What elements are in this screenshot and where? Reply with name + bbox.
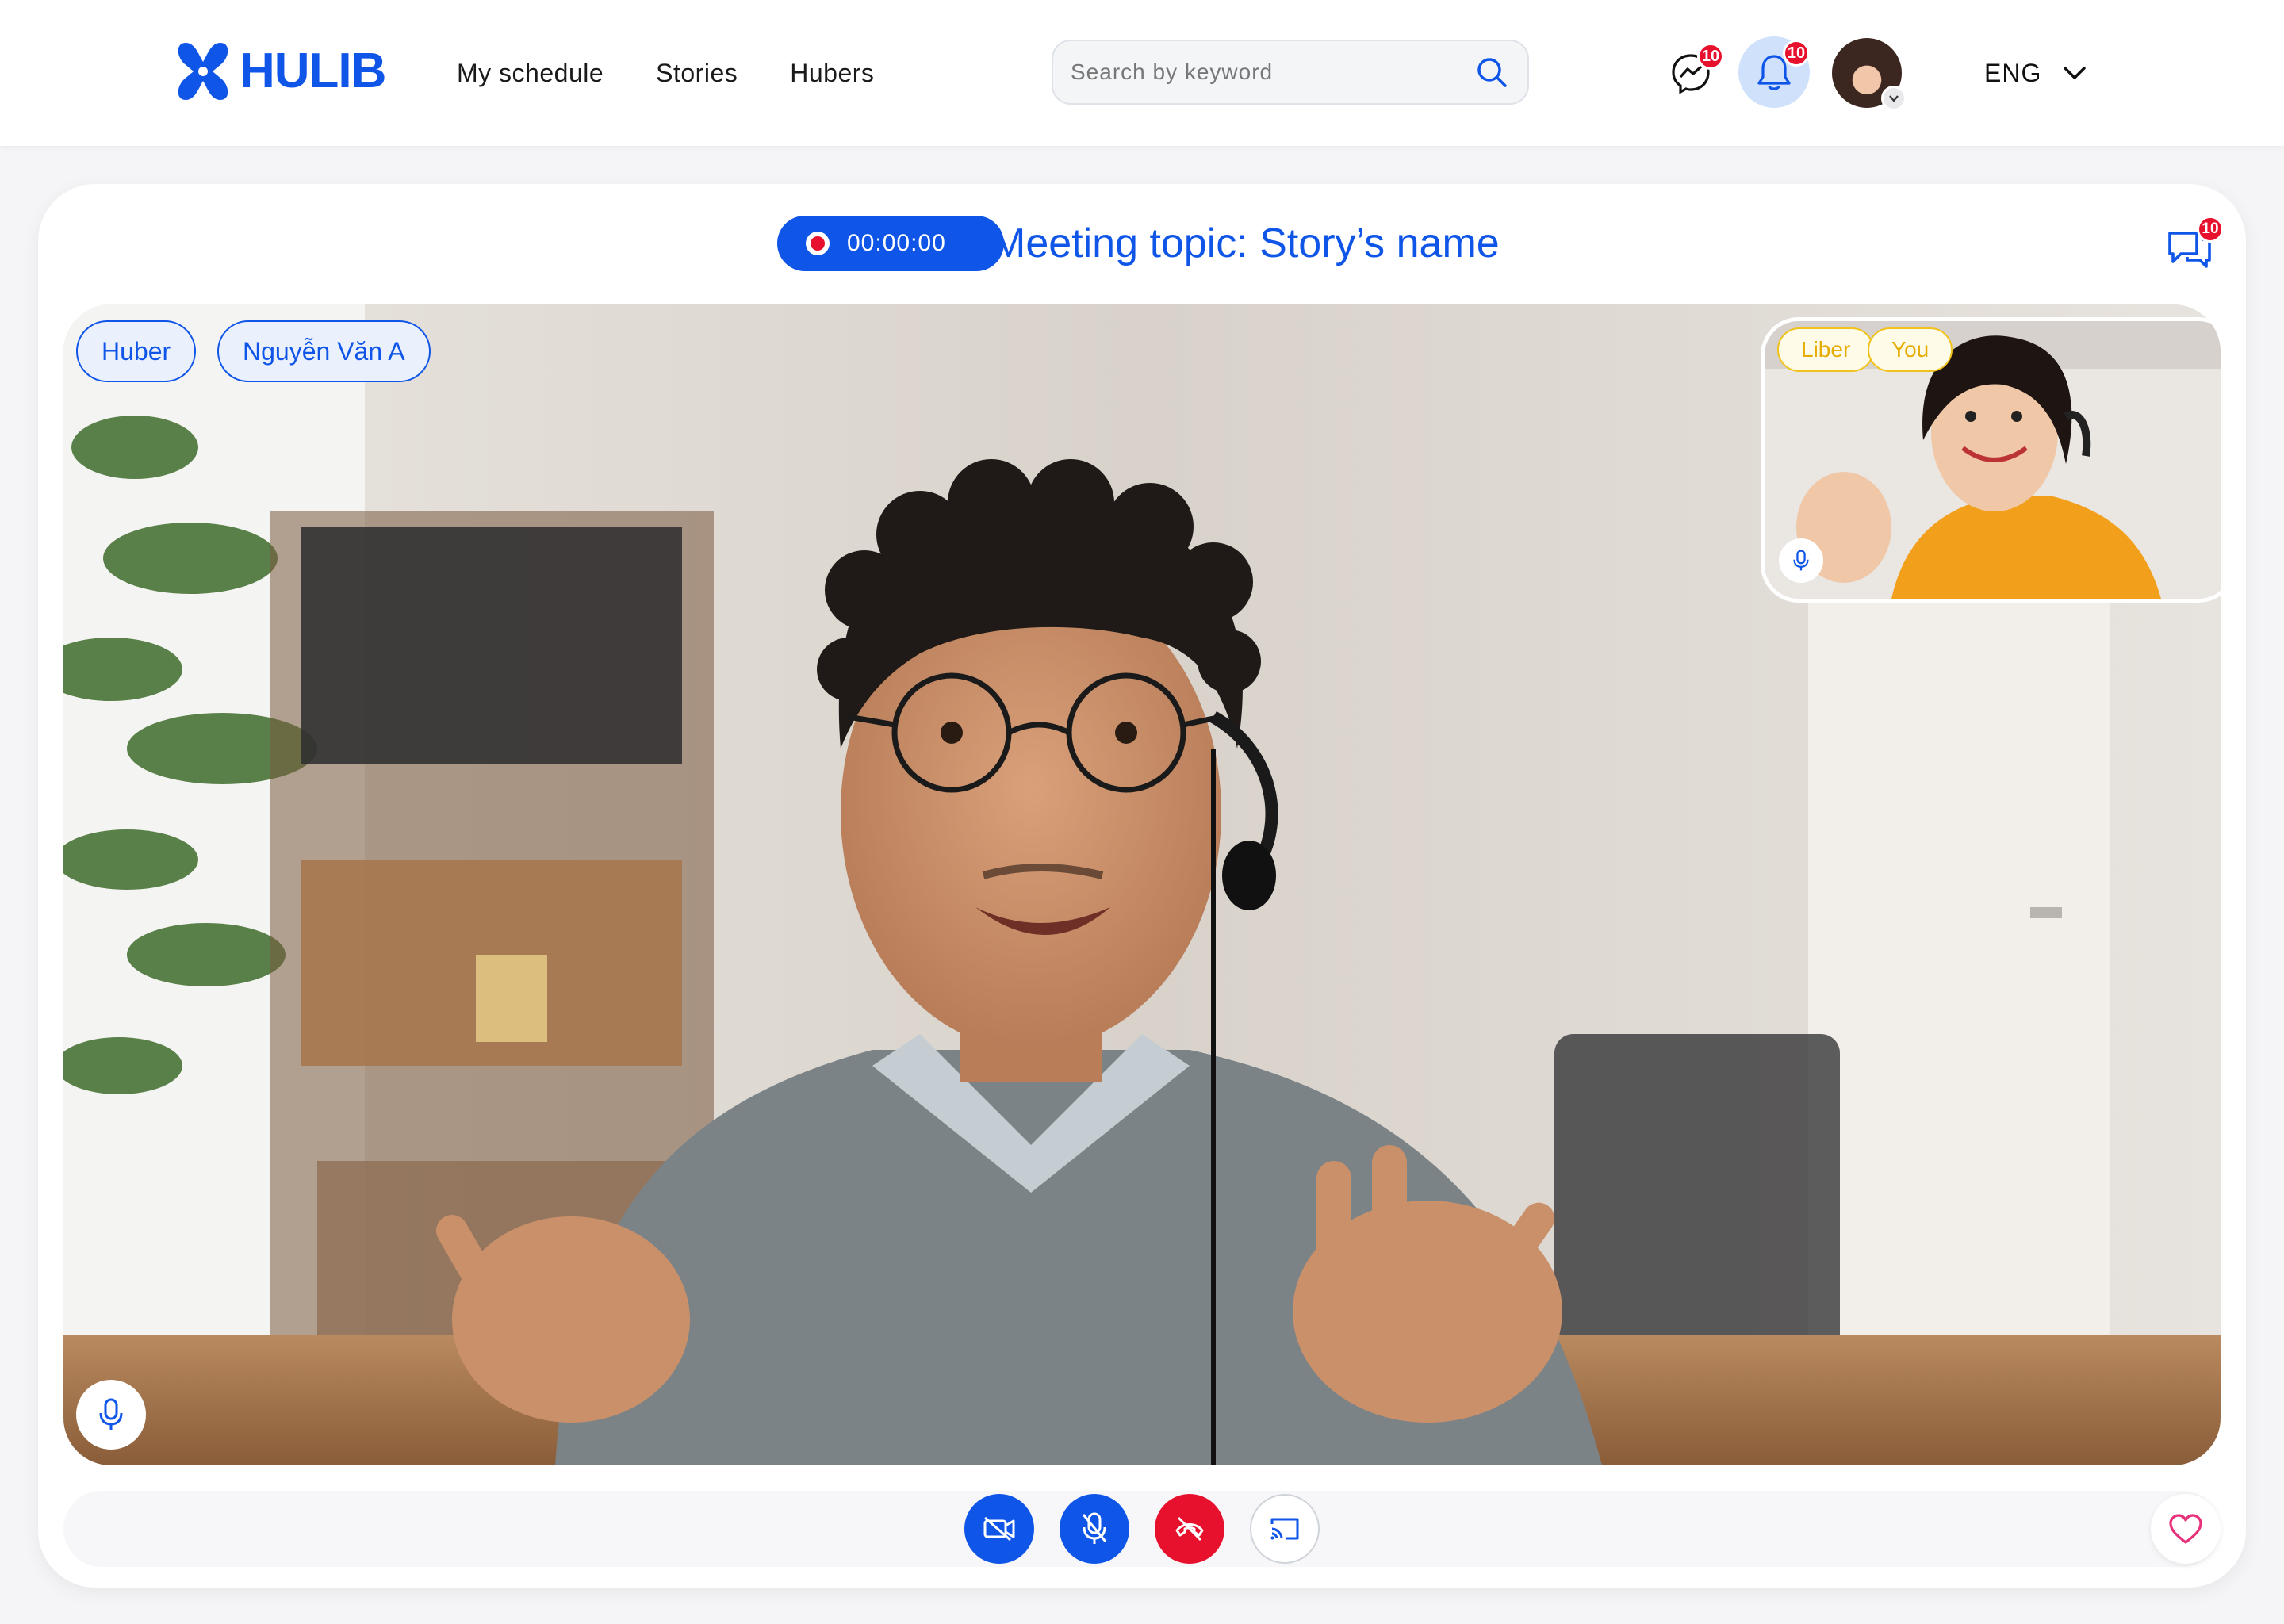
language-label: ENG	[1984, 59, 2042, 87]
pip-role-tag-liber: Liber	[1777, 327, 1875, 372]
share-screen-button[interactable]	[1250, 1494, 1320, 1564]
search-icon[interactable]	[1473, 54, 1510, 90]
record-dot-icon	[806, 232, 830, 255]
notifications-button[interactable]: 10	[1738, 36, 1810, 108]
brand-name: HULIB	[240, 44, 386, 98]
main-video-feed[interactable]: Huber Nguyễn Văn A Liber You	[63, 304, 2221, 1465]
timer-value: 00:00:00	[847, 230, 946, 256]
microphone-icon	[99, 1398, 123, 1430]
heart-icon	[2169, 1514, 2202, 1544]
participant-name-tag: Nguyễn Văn A	[217, 320, 431, 382]
meeting-topic: Meeting topic: Story’s name	[991, 220, 1500, 266]
nav-stories[interactable]: Stories	[656, 51, 738, 95]
pip-you-tag: You	[1868, 327, 1953, 372]
user-avatar[interactable]	[1832, 38, 1907, 111]
main-nav: My schedule Stories Hubers	[457, 51, 874, 95]
brand-logo[interactable]: HULIB	[174, 38, 386, 105]
like-button[interactable]	[2151, 1494, 2221, 1564]
chevron-down-icon	[1889, 95, 1899, 102]
chevron-down-icon	[2064, 67, 2087, 79]
avatar-menu-caret[interactable]	[1881, 86, 1907, 111]
self-video-pip[interactable]: Liber You	[1761, 317, 2221, 603]
meeting-card: 00:00:00 Meeting topic: Story’s name 10	[38, 184, 2246, 1588]
pip-mic-indicator[interactable]	[1779, 538, 1823, 583]
messages-badge: 10	[1697, 43, 1724, 70]
messages-button[interactable]: 10	[1657, 40, 1724, 106]
hulib-logo-icon	[178, 43, 228, 100]
toggle-camera-button[interactable]	[964, 1494, 1034, 1564]
end-call-button[interactable]	[1155, 1494, 1224, 1564]
language-selector[interactable]: ENG	[1984, 51, 2087, 95]
video-off-icon	[983, 1516, 1015, 1542]
role-tag-huber: Huber	[76, 320, 197, 382]
nav-hubers[interactable]: Hubers	[790, 51, 874, 95]
phone-off-icon	[1175, 1516, 1204, 1542]
cast-icon	[1270, 1518, 1299, 1540]
main-mic-indicator[interactable]	[76, 1380, 146, 1450]
microphone-icon	[1793, 550, 1809, 571]
chat-badge: 10	[2197, 216, 2224, 243]
chat-button[interactable]: 10	[2162, 216, 2224, 274]
microphone-off-icon	[1082, 1512, 1107, 1544]
recording-timer[interactable]: 00:00:00	[777, 216, 1004, 271]
nav-my-schedule[interactable]: My schedule	[457, 51, 604, 95]
search-bar	[1052, 40, 1529, 105]
top-navbar: HULIB My schedule Stories Hubers 10 10	[0, 0, 2284, 146]
notifications-badge: 10	[1783, 40, 1810, 67]
toggle-mic-button[interactable]	[1060, 1494, 1129, 1564]
search-input[interactable]	[1071, 59, 1473, 85]
call-control-bar	[63, 1491, 2221, 1567]
